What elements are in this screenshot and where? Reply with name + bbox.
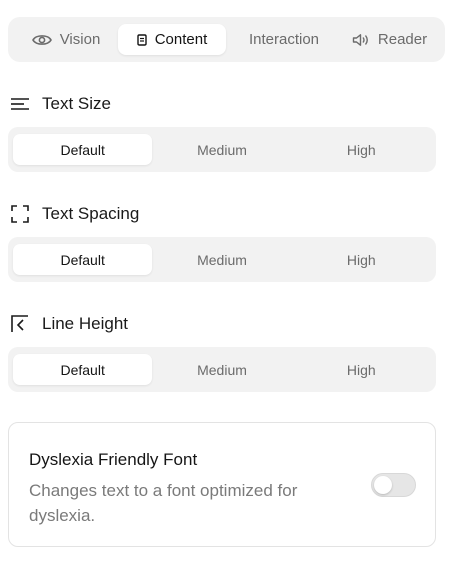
tab-content[interactable]: Content bbox=[118, 24, 226, 55]
line-height-title: Line Height bbox=[42, 314, 129, 333]
tab-reader[interactable]: Reader bbox=[342, 24, 437, 55]
line-height-option-medium[interactable]: Medium bbox=[152, 354, 291, 385]
line-height-heading: Line Height bbox=[10, 314, 128, 334]
tab-vision-label: Vision bbox=[59, 31, 101, 48]
document-icon bbox=[137, 33, 147, 46]
tab-content-label: Content bbox=[154, 31, 208, 48]
toggle-knob bbox=[374, 476, 392, 494]
text-lines-icon bbox=[10, 94, 30, 114]
text-size-option-high[interactable]: High bbox=[292, 134, 431, 165]
expand-corners-icon bbox=[10, 204, 30, 224]
tab-interaction[interactable]: Interaction bbox=[226, 24, 342, 55]
text-spacing-heading: Text Spacing bbox=[10, 204, 139, 224]
category-tabbar: Vision Content Interaction Reader bbox=[8, 17, 445, 62]
text-spacing-title: Text Spacing bbox=[42, 204, 140, 223]
dyslexia-font-description: Changes text to a font optimized for dys… bbox=[29, 481, 298, 525]
text-size-heading: Text Size bbox=[10, 94, 111, 114]
tab-reader-label: Reader bbox=[377, 31, 428, 48]
dyslexia-font-card: Dyslexia Friendly Font Changes text to a… bbox=[8, 422, 436, 547]
line-height-option-default[interactable]: Default bbox=[13, 354, 153, 385]
text-size-option-medium[interactable]: Medium bbox=[152, 134, 291, 165]
text-size-option-default[interactable]: Default bbox=[13, 134, 153, 165]
text-spacing-option-high[interactable]: High bbox=[292, 244, 431, 275]
eye-icon bbox=[31, 33, 52, 47]
text-spacing-option-default[interactable]: Default bbox=[13, 244, 153, 275]
speaker-icon bbox=[352, 33, 370, 47]
text-spacing-option-medium[interactable]: Medium bbox=[152, 244, 291, 275]
text-size-segmented-control: Default Medium High bbox=[8, 127, 436, 172]
line-height-segmented-control: Default Medium High bbox=[8, 347, 436, 392]
dyslexia-font-title: Dyslexia Friendly Font bbox=[29, 450, 198, 469]
text-spacing-segmented-control: Default Medium High bbox=[8, 237, 436, 282]
tab-interaction-label: Interaction bbox=[248, 31, 320, 48]
line-height-icon bbox=[10, 314, 30, 334]
line-height-option-high[interactable]: High bbox=[292, 354, 431, 385]
dyslexia-font-toggle[interactable] bbox=[371, 473, 416, 497]
tab-vision[interactable]: Vision bbox=[14, 24, 118, 55]
text-size-title: Text Size bbox=[42, 94, 111, 113]
